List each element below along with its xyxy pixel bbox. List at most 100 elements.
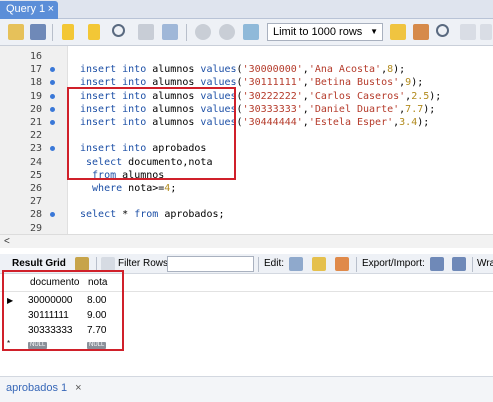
execute-lightning-icon[interactable] — [62, 24, 74, 40]
code-token: '30444444' — [242, 117, 303, 128]
result-tabs: aprobados 1 × — [0, 376, 493, 402]
code-line[interactable]: 26 where nota>=4; — [0, 182, 493, 195]
code-token: from — [134, 209, 165, 221]
code-token: 'Estela Esper' — [308, 117, 394, 128]
result-grid-label[interactable]: Result Grid — [12, 258, 66, 269]
skip-errors-icon[interactable] — [243, 24, 259, 40]
code-token: 'Betina Bustos' — [308, 77, 400, 89]
toggle-autocommit-icon[interactable] — [162, 24, 178, 40]
highlight-box-query — [67, 87, 236, 180]
commit-icon[interactable] — [195, 24, 211, 40]
line-number: 21 — [29, 117, 42, 128]
editor-horizontal-scrollbar[interactable]: < — [0, 234, 493, 248]
word-wrap-icon[interactable] — [480, 24, 492, 40]
add-row-icon[interactable] — [312, 257, 326, 271]
grid-view-icon[interactable] — [75, 257, 89, 271]
beautify-star-icon[interactable] — [390, 24, 406, 40]
code-token: ); — [411, 77, 424, 89]
tab-aprobados-1[interactable]: aprobados 1 × — [6, 382, 82, 394]
code-token: * — [122, 209, 135, 221]
filter-rows-label: Filter Rows: — [118, 258, 171, 269]
highlight-box-result — [2, 270, 124, 351]
line-number: 20 — [29, 103, 42, 115]
code-token: 'Ana Acosta' — [308, 64, 382, 76]
toolbar-separator — [258, 257, 259, 272]
edit-row-icon[interactable] — [289, 257, 303, 271]
code-token: values — [200, 64, 237, 76]
result-tab-label: aprobados 1 — [6, 382, 68, 394]
code-token: alumnos — [152, 64, 201, 76]
statement-marker-icon — [50, 67, 55, 73]
line-number: 18 — [29, 77, 42, 89]
rollback-icon[interactable] — [219, 24, 235, 40]
import-icon[interactable] — [452, 257, 466, 271]
line-number: 26 — [29, 183, 42, 194]
code-line[interactable]: 17 insert into alumnos values('30000000',… — [0, 63, 493, 76]
code-token: select — [80, 209, 123, 221]
line-number: 27 — [29, 196, 42, 208]
code-token: ); — [417, 117, 430, 128]
close-result-tab-icon[interactable]: × — [75, 382, 81, 394]
line-number: 28 — [29, 209, 42, 221]
export-import-label: Export/Import: — [362, 258, 425, 269]
filter-rows-input[interactable] — [167, 256, 254, 272]
stop-icon[interactable] — [138, 24, 154, 40]
filter-icon[interactable] — [101, 257, 115, 271]
delete-row-icon[interactable] — [335, 257, 349, 271]
code-token: ; — [170, 183, 177, 194]
code-token: ); — [429, 90, 442, 102]
code-token: nota>= — [128, 183, 165, 194]
code-text: insert into alumnos values('30000000','A… — [80, 63, 405, 76]
code-token: 7.7 — [405, 103, 424, 115]
close-tab-icon[interactable]: × — [48, 1, 54, 18]
code-text: select * from aprobados; — [80, 208, 225, 221]
code-token: 'Daniel Duarte' — [308, 103, 400, 115]
code-token: 2.5 — [411, 90, 430, 102]
query-tab-bar: Query 1 × — [0, 0, 493, 19]
limit-rows-value: Limit to 1000 rows — [273, 26, 363, 38]
code-token: ); — [393, 64, 406, 76]
line-number: 25 — [29, 169, 42, 181]
code-token: aprobados; — [164, 209, 225, 221]
chevron-down-icon: ▼ — [370, 27, 378, 36]
toolbar-separator — [52, 24, 53, 41]
line-number: 24 — [29, 156, 42, 168]
line-number: 23 — [29, 143, 42, 155]
find-icon[interactable] — [436, 24, 449, 37]
scroll-left-icon[interactable]: < — [4, 236, 10, 247]
wrap-cell-label[interactable]: Wra — [477, 258, 493, 269]
line-number: 29 — [29, 222, 42, 234]
explain-magnifier-icon[interactable] — [112, 24, 125, 37]
invisible-chars-icon[interactable] — [460, 24, 476, 40]
brush-icon[interactable] — [413, 24, 429, 40]
code-line[interactable]: 29 — [0, 222, 493, 235]
edit-label: Edit: — [264, 258, 285, 269]
code-token: 'Carlos Caseros' — [308, 90, 406, 102]
code-text: where nota>=4; — [80, 182, 176, 195]
code-token: '30000000' — [242, 64, 303, 76]
toolbar-separator — [472, 257, 473, 272]
statement-marker-icon — [50, 146, 55, 152]
line-number: 16 — [29, 51, 42, 62]
statement-marker-icon — [50, 212, 55, 218]
limit-rows-select[interactable]: Limit to 1000 rows ▼ — [267, 23, 383, 41]
tab-query-1[interactable]: Query 1 × — [0, 1, 58, 19]
code-line[interactable]: 16 — [0, 50, 493, 63]
statement-marker-icon — [50, 106, 55, 112]
export-icon[interactable] — [430, 257, 444, 271]
statement-marker-icon — [50, 120, 55, 125]
execute-current-icon[interactable] — [88, 24, 100, 40]
code-token: '30333333' — [242, 103, 303, 115]
sql-editor-toolbar: Limit to 1000 rows ▼ — [0, 19, 493, 46]
open-folder-icon[interactable] — [8, 24, 24, 40]
code-token: insert into — [80, 64, 153, 76]
save-icon[interactable] — [30, 24, 46, 40]
tab-title: Query 1 — [6, 3, 46, 15]
code-token: where — [80, 183, 129, 194]
code-line[interactable]: 27 — [0, 195, 493, 208]
toolbar-separator — [186, 24, 187, 41]
statement-marker-icon — [50, 80, 55, 86]
code-line[interactable]: 28 select * from aprobados; — [0, 208, 493, 221]
statement-marker-icon — [50, 93, 55, 99]
toolbar-separator — [356, 257, 357, 272]
